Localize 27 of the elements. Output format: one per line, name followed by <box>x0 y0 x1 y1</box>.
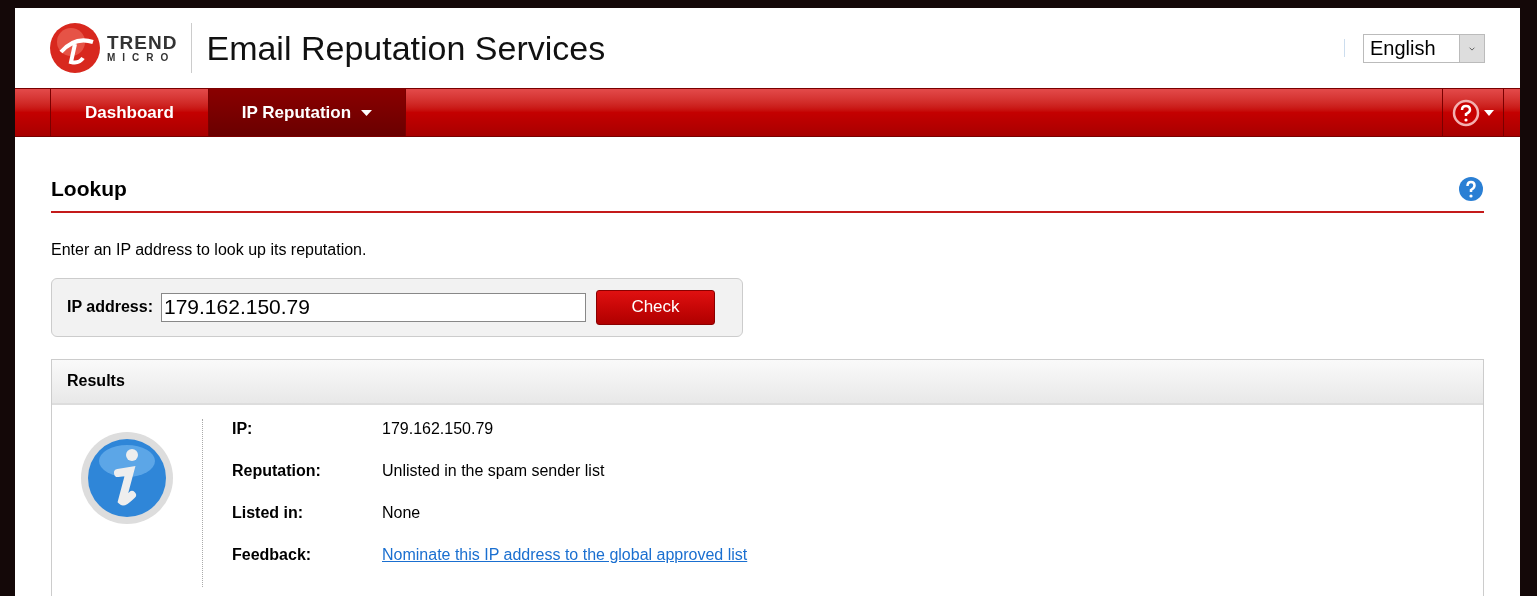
field-label: Listed in: <box>232 503 305 523</box>
field-label: IP address: <box>67 297 153 317</box>
field-value: None <box>382 503 421 523</box>
help-icon[interactable] <box>1458 175 1484 202</box>
chevron-icon <box>1459 34 1484 62</box>
nav-tab[interactable]: Dashboard <box>51 89 209 136</box>
logo-icon <box>49 22 101 74</box>
field-label: Reputation: <box>232 461 322 481</box>
check-button[interactable]: Check <box>595 289 715 325</box>
page-title: Lookup <box>51 176 127 202</box>
field-value: 179.162.150.79 <box>382 419 494 439</box>
info-icon <box>80 430 174 525</box>
app-title: Email Reputation Services <box>206 27 606 69</box>
language-select[interactable]: English <box>1363 33 1485 63</box>
intro-text: Enter an IP address to look up its reputation. <box>51 239 368 260</box>
field-label: IP: <box>232 419 254 439</box>
nav-tab[interactable]: IP Reputation <box>208 89 407 136</box>
field-label: Feedback: <box>232 545 313 565</box>
ip-address-field[interactable]: 179.162.150.79 <box>160 292 586 322</box>
logo-text: TREND <box>107 33 178 52</box>
help-menu-button[interactable] <box>1442 89 1504 136</box>
caret-icon <box>1484 109 1494 116</box>
help-icon <box>1452 98 1480 127</box>
results-title: Results <box>67 371 125 391</box>
nominate-link[interactable]: Nominate this IP address to the global approved list <box>382 543 748 567</box>
field-value: Unlisted in the spam sender list <box>382 461 605 481</box>
logo-text: MICRO <box>107 53 177 63</box>
